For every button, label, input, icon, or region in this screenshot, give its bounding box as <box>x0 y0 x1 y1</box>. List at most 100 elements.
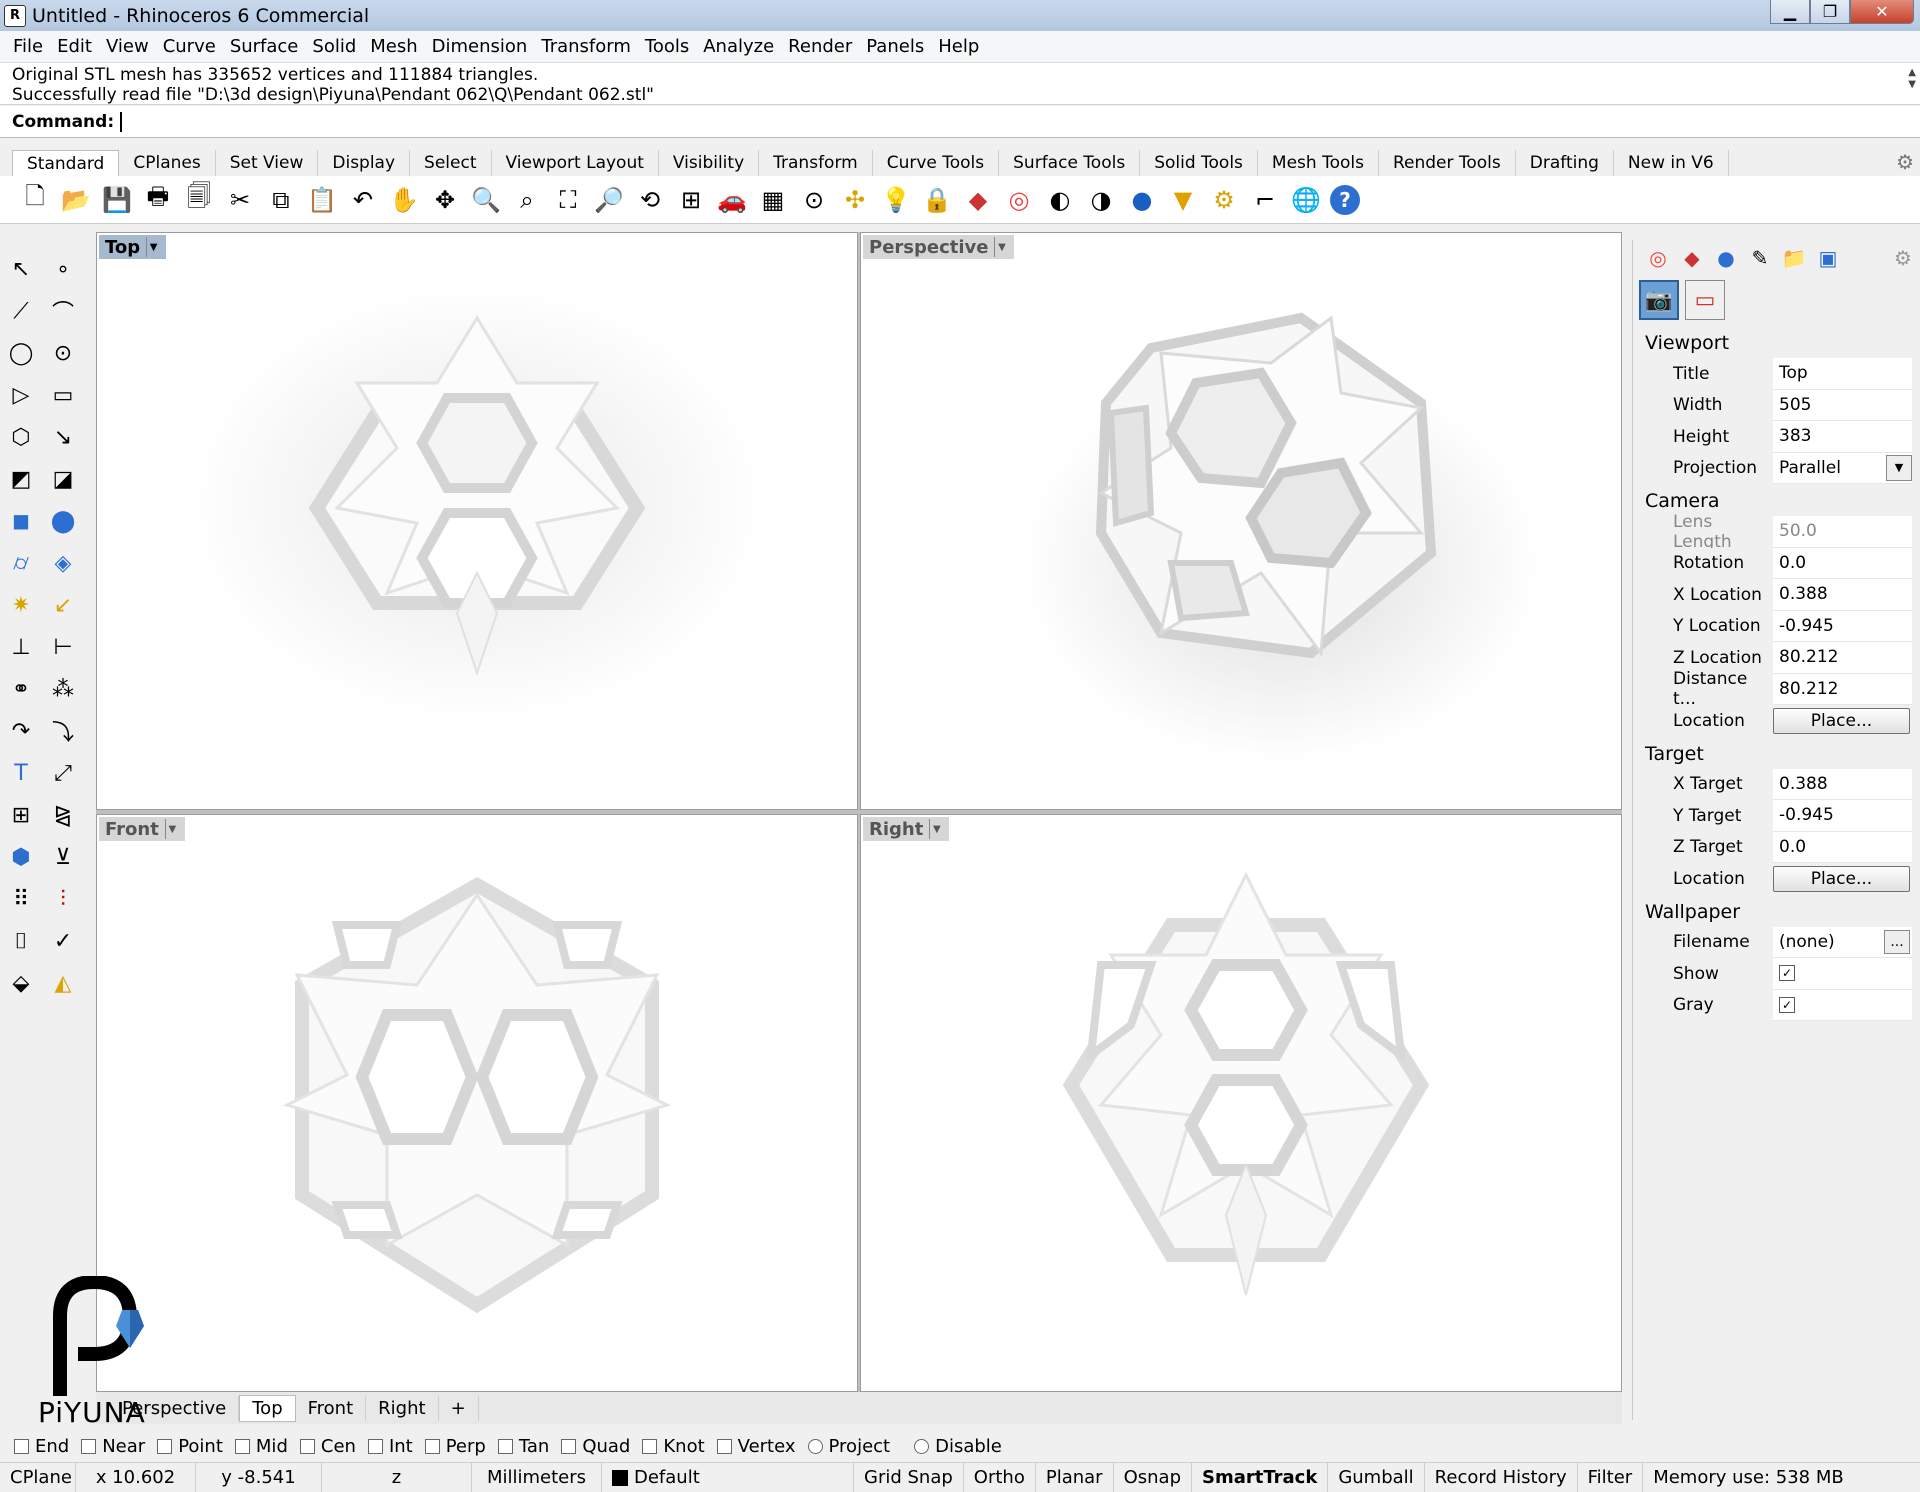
menu-solid[interactable]: Solid <box>305 36 363 57</box>
distance-icon[interactable]: ⫶ <box>46 882 80 916</box>
target-icon[interactable]: ⊙ <box>797 183 831 217</box>
osnap-checkbox[interactable] <box>561 1438 577 1454</box>
arc-icon[interactable]: ▷ <box>4 378 38 412</box>
zoom-extents-icon[interactable]: ⛶ <box>551 183 585 217</box>
maximize-button[interactable]: ❐ <box>1810 0 1850 24</box>
rhino-app-icon[interactable]: R <box>4 4 26 27</box>
copy-icon[interactable]: ⧉ <box>264 183 298 217</box>
planar-toggle[interactable]: Planar <box>1036 1463 1114 1492</box>
osnap-perp[interactable]: Perp <box>424 1436 486 1457</box>
trim-icon[interactable]: ⊥ <box>4 630 38 664</box>
status-cplane[interactable]: CPlane <box>0 1463 76 1492</box>
viewport-front[interactable]: Front ▼ <box>96 814 858 1392</box>
history-scroll-arrows[interactable]: ▲ ▼ <box>1908 67 1916 91</box>
menu-view[interactable]: View <box>99 36 156 57</box>
record-history-toggle[interactable]: Record History <box>1425 1463 1578 1492</box>
car-icon[interactable]: 🚗 <box>715 183 749 217</box>
osnap-project[interactable]: Project <box>807 1436 890 1457</box>
display-icon[interactable]: ✎ <box>1743 243 1777 273</box>
ortho-toggle[interactable]: Ortho <box>964 1463 1036 1492</box>
tab-visibility[interactable]: Visibility <box>658 150 760 176</box>
osnap-checkbox[interactable] <box>14 1438 29 1454</box>
close-button[interactable]: ✕ <box>1850 0 1914 24</box>
menu-curve[interactable]: Curve <box>156 36 223 57</box>
viewport-top[interactable]: Top ▼ <box>96 232 858 810</box>
menu-help[interactable]: Help <box>931 36 986 57</box>
tab-viewport-layout[interactable]: Viewport Layout <box>491 150 659 176</box>
vptab-right[interactable]: Right <box>366 1395 439 1421</box>
osnap-checkbox[interactable] <box>367 1438 383 1454</box>
viewport-frame-icon[interactable]: ▭ <box>1685 280 1725 320</box>
osnap-mid[interactable]: Mid <box>234 1436 288 1457</box>
rendered-sphere-icon[interactable]: ◑ <box>1084 183 1118 217</box>
array-icon[interactable]: ⊞ <box>4 798 38 832</box>
render-globe-icon[interactable]: 🌐 <box>1289 183 1323 217</box>
add-viewport-tab-button[interactable]: + <box>439 1395 479 1421</box>
osnap-point[interactable]: Point <box>157 1436 223 1457</box>
prop-distance-value[interactable]: 80.212 <box>1773 673 1912 705</box>
polygon-icon[interactable]: ⬡ <box>4 420 38 454</box>
curve-icon[interactable]: ⌒ <box>46 294 80 328</box>
circle-icon[interactable]: ◯ <box>4 336 38 370</box>
zoom-icon[interactable]: 🔍 <box>469 183 503 217</box>
material-sphere-icon[interactable]: ● <box>1125 183 1159 217</box>
open-icon[interactable]: 📂 <box>59 183 93 217</box>
light-icon[interactable]: 💡 <box>879 183 913 217</box>
prop-zloc-value[interactable]: 80.212 <box>1773 642 1912 674</box>
tab-transform[interactable]: Transform <box>759 150 873 176</box>
layers-icon[interactable]: ◆ <box>1675 243 1709 273</box>
prop-width-value[interactable]: 505 <box>1773 389 1912 421</box>
gumball-icon[interactable]: ✣ <box>838 183 872 217</box>
grid-snap-toggle[interactable]: Grid Snap <box>854 1463 964 1492</box>
tab-standard[interactable]: Standard <box>12 150 120 176</box>
osnap-int[interactable]: Int <box>367 1436 413 1457</box>
grid-icon[interactable]: ▦ <box>756 183 790 217</box>
tab-render-tools[interactable]: Render Tools <box>1378 150 1516 176</box>
shaded-sphere-icon[interactable]: ◐ <box>1043 183 1077 217</box>
tab-mesh-tools[interactable]: Mesh Tools <box>1257 150 1379 176</box>
status-layer[interactable]: Default <box>602 1463 854 1492</box>
save-icon[interactable]: 💾 <box>100 183 134 217</box>
fillet-icon[interactable]: ↷ <box>4 714 38 748</box>
prop-height-value[interactable]: 383 <box>1773 421 1912 453</box>
prop-xtarget-value[interactable]: 0.388 <box>1773 768 1912 800</box>
tab-set-view[interactable]: Set View <box>215 150 319 176</box>
osnap-toggle[interactable]: Osnap <box>1114 1463 1192 1492</box>
surface-edit-icon[interactable]: ◪ <box>46 462 80 496</box>
analyze-icon[interactable]: ⌷ <box>4 924 38 958</box>
command-line[interactable]: Command: <box>0 106 1920 138</box>
render-icon[interactable]: ● <box>1709 243 1743 273</box>
scale-icon[interactable]: ⤢ <box>46 756 80 790</box>
select-arrow-icon[interactable]: ↖ <box>4 252 38 286</box>
menu-render[interactable]: Render <box>781 36 859 57</box>
dimension-icon[interactable]: ⊻ <box>46 840 80 874</box>
menu-analyze[interactable]: Analyze <box>696 36 781 57</box>
new-icon[interactable]: 🗋 <box>18 182 52 217</box>
tab-new-in-v6[interactable]: New in V6 <box>1613 150 1729 176</box>
chevron-down-icon[interactable]: ▼ <box>164 819 179 839</box>
menu-tools[interactable]: Tools <box>638 36 696 57</box>
check-icon[interactable]: ✓ <box>46 924 80 958</box>
viewport-perspective[interactable]: Perspective ▼ <box>860 232 1622 810</box>
render-objects-icon[interactable]: ⬙ <box>4 966 38 1000</box>
menu-surface[interactable]: Surface <box>223 36 306 57</box>
box-icon[interactable]: ◼ <box>4 504 38 538</box>
osnap-radio[interactable] <box>914 1438 930 1454</box>
prop-ytarget-value[interactable]: -0.945 <box>1773 800 1912 832</box>
join-icon[interactable]: ↙ <box>46 588 80 622</box>
import-icon[interactable]: 🗐 <box>182 182 216 217</box>
chevron-down-icon[interactable]: ▼ <box>929 819 943 839</box>
minimize-button[interactable]: ▁ <box>1770 0 1810 24</box>
tab-select[interactable]: Select <box>410 150 492 176</box>
surface-icon[interactable]: ◩ <box>4 462 38 496</box>
rotate-view-icon[interactable]: ⟲ <box>633 183 667 217</box>
osnap-disable[interactable]: Disable <box>914 1436 1002 1457</box>
ungroup-icon[interactable]: ⁂ <box>46 672 80 706</box>
viewport-right-label[interactable]: Right ▼ <box>863 817 950 841</box>
osnap-checkbox[interactable] <box>642 1438 658 1454</box>
rotate-icon[interactable]: ✥ <box>428 183 462 217</box>
polyline-icon[interactable]: ⟋ <box>4 294 38 328</box>
toolbar-settings-gear-icon[interactable]: ⚙ <box>1896 150 1914 174</box>
mesh-icon[interactable]: ◈ <box>46 546 80 580</box>
prop-ztarget-value[interactable]: 0.0 <box>1773 831 1912 863</box>
